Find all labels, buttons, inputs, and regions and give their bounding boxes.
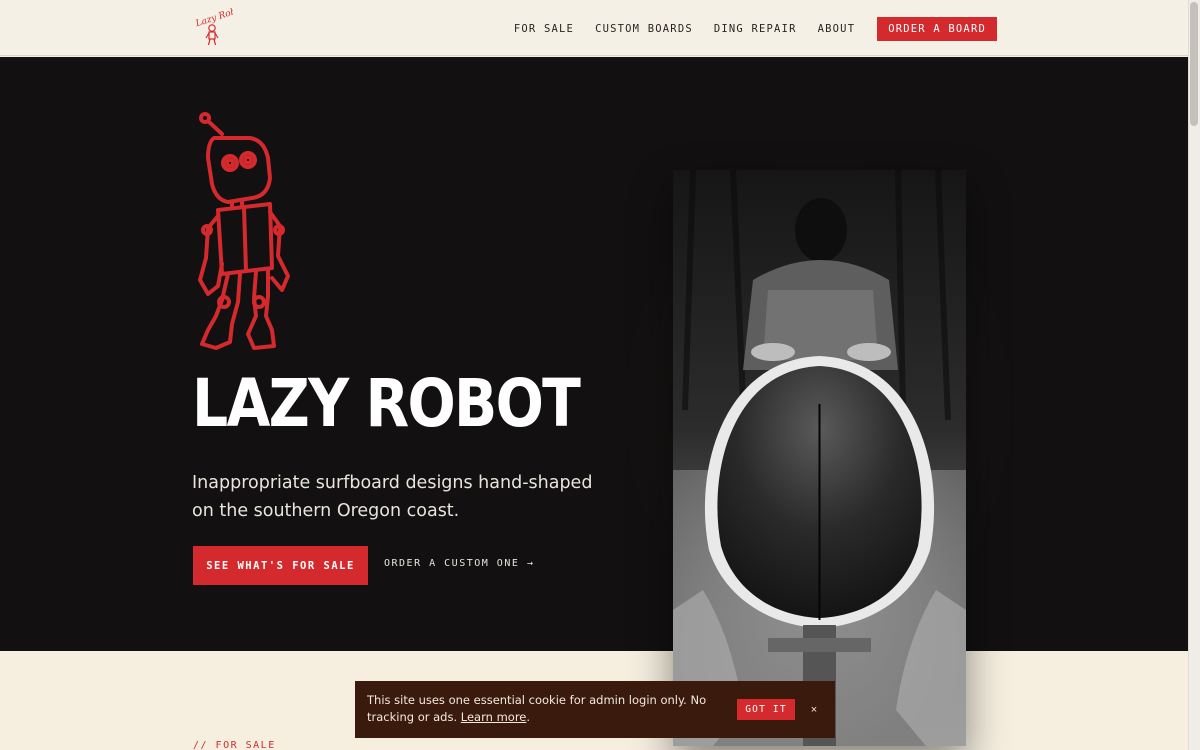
nav-item-ding-repair[interactable]: DING REPAIR [714, 23, 797, 35]
scrollbar-thumb[interactable] [1190, 2, 1198, 126]
for-sale-section-label: // FOR SALE [193, 740, 276, 750]
see-whats-for-sale-button[interactable]: SEE WHAT'S FOR SALE [193, 546, 368, 585]
nav-item-for-sale[interactable]: FOR SALE [514, 23, 574, 35]
svg-text:Lazy Robot: Lazy Robot [194, 8, 233, 30]
hero-tagline: Inappropriate surfboard designs hand-sha… [192, 473, 593, 521]
site-header: Lazy Robot FOR SALE CUSTOM BOARDS DING R… [0, 0, 1188, 56]
order-a-board-button[interactable]: ORDER A BOARD [877, 17, 997, 41]
cookie-period: . [526, 710, 531, 724]
hero-title: LAZY ROBOT [192, 365, 581, 442]
learn-more-link[interactable]: Learn more [461, 710, 527, 724]
got-it-button[interactable]: GOT IT [737, 699, 795, 720]
main-nav: FOR SALE CUSTOM BOARDS DING REPAIR ABOUT… [493, 17, 997, 41]
cookie-message-wrap: This site uses one essential cookie for … [367, 692, 727, 726]
close-icon[interactable]: × [808, 699, 820, 720]
cookie-message: This site uses one essential cookie for … [367, 693, 707, 724]
cookie-banner: This site uses one essential cookie for … [355, 681, 835, 738]
robot-illustration [198, 112, 290, 350]
surfboard-photo [673, 170, 966, 746]
nav-item-about[interactable]: ABOUT [818, 23, 856, 35]
lazy-robot-logo[interactable]: Lazy Robot [193, 8, 233, 48]
nav-item-custom-boards[interactable]: CUSTOM BOARDS [595, 23, 693, 35]
order-custom-link[interactable]: ORDER A CUSTOM ONE → [384, 558, 534, 569]
